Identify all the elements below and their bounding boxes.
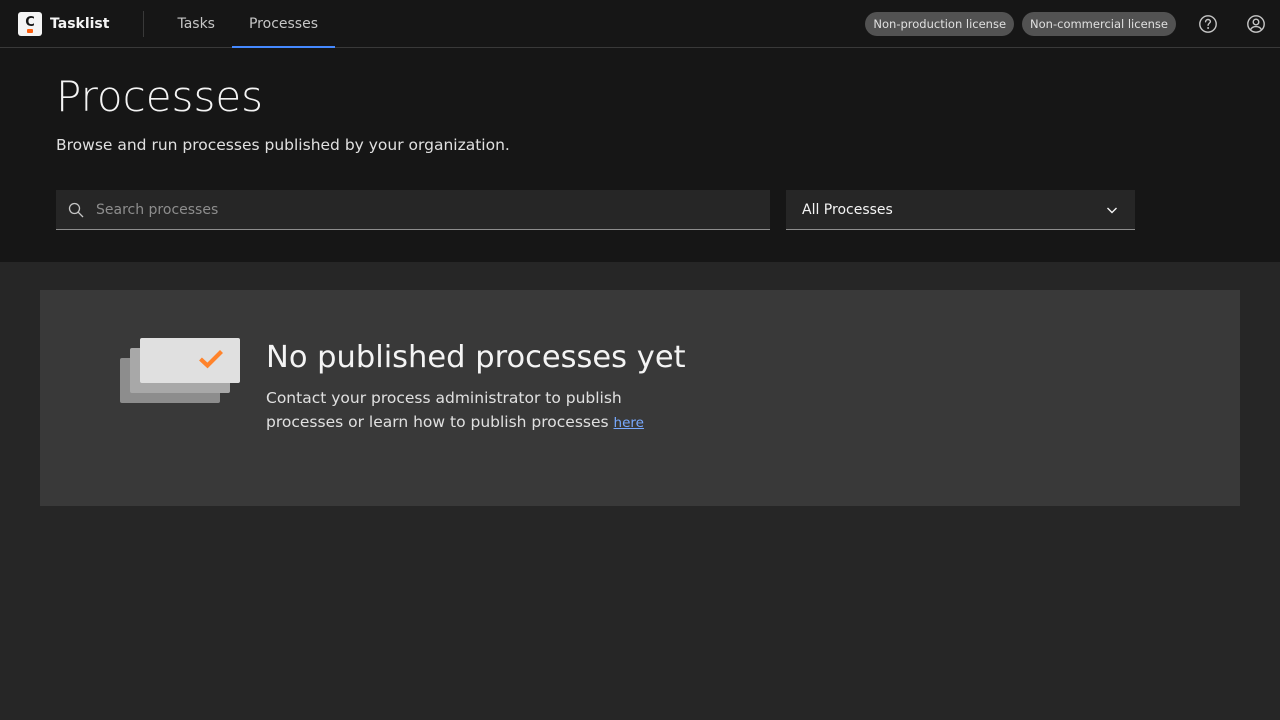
empty-state-illustration bbox=[120, 338, 240, 404]
page-header-section: Processes Browse and run processes publi… bbox=[0, 48, 1280, 262]
license-badge-non-production[interactable]: Non-production license bbox=[865, 11, 1015, 36]
help-button[interactable] bbox=[1184, 0, 1232, 48]
search-input[interactable] bbox=[96, 189, 770, 230]
app-logo-link[interactable]: C Tasklist bbox=[0, 0, 109, 48]
user-menu-button[interactable] bbox=[1232, 0, 1280, 48]
learn-more-link[interactable]: here bbox=[614, 415, 644, 431]
nav-tab-label: Tasks bbox=[177, 15, 215, 32]
empty-state-title: No published processes yet bbox=[266, 340, 686, 375]
app-header: C Tasklist Tasks Processes Non-productio… bbox=[0, 0, 1280, 49]
camunda-logo-icon: C bbox=[18, 11, 42, 36]
help-icon bbox=[1199, 14, 1217, 33]
search-box[interactable] bbox=[56, 189, 770, 230]
empty-state-text: Contact your process administrator to pu… bbox=[266, 389, 622, 431]
main-nav: Tasks Processes bbox=[160, 0, 336, 49]
app-name: Tasklist bbox=[50, 15, 110, 32]
empty-state-panel: No published processes yet Contact your … bbox=[40, 290, 1240, 506]
page-title: Processes bbox=[56, 72, 264, 121]
user-icon bbox=[1247, 14, 1265, 33]
empty-state-description: Contact your process administrator to pu… bbox=[266, 386, 666, 435]
header-divider bbox=[143, 10, 145, 37]
page-subtitle: Browse and run processes published by yo… bbox=[56, 136, 510, 154]
search-icon-wrap bbox=[56, 190, 96, 230]
license-badge-non-commercial[interactable]: Non-commercial license bbox=[1022, 11, 1176, 36]
filter-selected-value: All Processes bbox=[802, 201, 893, 218]
nav-tab-processes[interactable]: Processes bbox=[231, 0, 336, 49]
checkmark-icon bbox=[199, 350, 223, 369]
process-filter-dropdown[interactable]: All Processes bbox=[786, 190, 1135, 230]
chevron-down-icon bbox=[1107, 207, 1117, 213]
nav-tab-tasks[interactable]: Tasks bbox=[160, 0, 232, 48]
nav-tab-label: Processes bbox=[248, 15, 318, 32]
search-icon bbox=[68, 202, 84, 217]
